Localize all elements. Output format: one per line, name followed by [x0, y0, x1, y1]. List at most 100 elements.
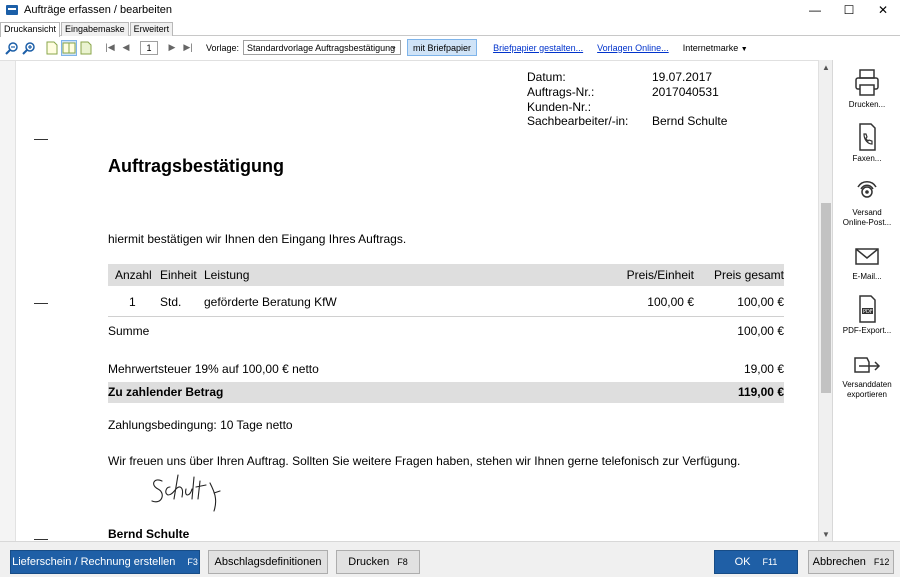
chevron-down-icon: ⌄ — [390, 42, 398, 51]
previous-page-icon[interactable]: ◀ — [121, 40, 131, 56]
fold-mark — [34, 139, 48, 140]
cancel-label: Abbrechen — [812, 556, 866, 568]
total-value: 119,00 € — [737, 385, 784, 399]
cell-unit-price: 100,00 € — [647, 295, 694, 309]
next-page-icon[interactable]: ▶ — [167, 40, 177, 56]
export-data-label-line2: exportieren — [846, 390, 888, 399]
print-button[interactable]: Drucken F8 — [336, 550, 420, 574]
punch-mark — [34, 303, 48, 304]
cancel-button[interactable]: Abbrechen F12 — [808, 550, 894, 574]
column-header-unit-price: Preis/Einheit — [626, 268, 694, 282]
app-icon — [6, 5, 18, 15]
printer-icon — [855, 69, 879, 96]
total-label: Zu zahlender Betrag — [108, 385, 224, 399]
pdf-export-action[interactable]: PDF PDF-Export... — [833, 294, 900, 336]
tab-druckansicht[interactable]: Druckansicht — [0, 22, 61, 37]
last-page-icon[interactable]: ▶| — [183, 40, 193, 56]
zoom-in-icon[interactable] — [21, 40, 37, 56]
document-scrollbar[interactable]: ▲ ▼ — [818, 60, 832, 541]
meta-value: Bernd Schulte — [652, 114, 728, 128]
installments-label: Abschlagsdefinitionen — [214, 556, 322, 568]
meta-value: 2017040531 — [652, 85, 719, 99]
fold-mark — [34, 539, 48, 540]
online-post-icon — [857, 181, 877, 198]
ok-label: OK — [734, 556, 751, 568]
export-data-label-line1: Versanddaten — [842, 380, 892, 389]
online-templates-link[interactable]: Vorlagen Online... — [597, 43, 669, 53]
page-margin-bar — [0, 61, 16, 541]
create-invoice-label: Lieferschein / Rechnung erstellen — [12, 556, 176, 568]
online-post-label-line1: Versand — [852, 208, 882, 217]
cell-service: geförderte Beratung KfW — [204, 295, 337, 309]
email-action[interactable]: E-Mail... — [833, 244, 900, 282]
print-action[interactable]: Drucken... — [833, 68, 900, 110]
sum-label: Summe — [108, 324, 150, 338]
cell-qty: 1 — [129, 295, 136, 309]
meta-label: Kunden-Nr.: — [527, 100, 592, 114]
print-action-label: Drucken... — [848, 100, 886, 109]
ok-shortcut: F11 — [762, 557, 778, 567]
page-width-icon[interactable] — [78, 40, 94, 56]
cancel-shortcut: F12 — [873, 557, 890, 567]
stamp-menu-label: Internetmarke — [682, 42, 739, 53]
stamp-menu[interactable]: Internetmarke ▼ — [683, 43, 748, 53]
toolbar: |◀ ◀ 1 ▶ ▶| Vorlage: Standardvorlage Auf… — [0, 37, 900, 58]
svg-text:PDF: PDF — [863, 309, 873, 315]
window-controls: — ☐ ✕ — [798, 0, 900, 20]
tab-erweitert[interactable]: Erweitert — [129, 22, 174, 36]
template-select[interactable]: Standardvorlage Auftragsbestätigung ⌄ — [243, 40, 402, 55]
pdf-icon: PDF — [859, 295, 876, 323]
column-header-unit: Einheit — [160, 268, 197, 282]
installments-button[interactable]: Abschlagsdefinitionen — [208, 550, 328, 574]
export-data-action[interactable]: Versanddaten exportieren — [833, 352, 900, 400]
two-pages-icon[interactable] — [61, 39, 77, 56]
ok-button[interactable]: OK F11 — [714, 550, 798, 574]
payment-terms: Zahlungsbedingung: 10 Tage netto — [108, 418, 293, 432]
first-page-icon[interactable]: |◀ — [105, 40, 115, 56]
create-invoice-shortcut: F3 — [187, 557, 198, 567]
document-preview[interactable]: Datum: 19.07.2017 Auftrags-Nr.: 20170405… — [0, 60, 818, 541]
column-header-qty: Anzahl — [115, 268, 152, 282]
vat-value: 19,00 € — [743, 362, 784, 376]
template-label: Vorlage: — [206, 42, 240, 53]
online-post-label-line2: Online-Post... — [842, 218, 892, 227]
tab-eingabemaske[interactable]: Eingabemaske — [61, 22, 129, 36]
total-row: Zu zahlender Betrag 119,00 € — [108, 382, 784, 403]
letterhead-toggle[interactable]: mit Briefpapier — [407, 39, 478, 56]
cell-total-price: 100,00 € — [737, 295, 784, 309]
pdf-export-label: PDF-Export... — [842, 326, 892, 335]
fax-action[interactable]: Faxen... — [833, 122, 900, 164]
closing-text: Wir freuen uns über Ihren Auftrag. Sollt… — [108, 454, 741, 468]
minimize-button[interactable]: — — [798, 0, 832, 20]
scroll-down-icon[interactable]: ▼ — [819, 527, 833, 541]
table-header: Anzahl Einheit Leistung Preis/Einheit Pr… — [108, 264, 784, 286]
signature-image — [151, 474, 221, 512]
scroll-thumb[interactable] — [821, 203, 831, 393]
print-label: Drucken — [348, 556, 390, 568]
scroll-up-icon[interactable]: ▲ — [819, 60, 833, 74]
page-number-input[interactable]: 1 — [140, 40, 158, 55]
online-post-action[interactable]: Versand Online-Post... — [833, 176, 900, 228]
divider — [108, 316, 784, 317]
bottom-action-bar: Lieferschein / Rechnung erstellen F3 Abs… — [0, 541, 900, 577]
zoom-out-icon[interactable] — [4, 40, 20, 56]
design-letterhead-link[interactable]: Briefpapier gestalten... — [493, 43, 583, 53]
single-page-icon[interactable] — [44, 40, 60, 56]
meta-label: Datum: — [527, 70, 566, 84]
fax-icon — [859, 123, 876, 151]
window-title: Aufträge erfassen / bearbeiten — [24, 4, 172, 16]
print-shortcut: F8 — [397, 557, 408, 567]
intro-text: hiermit bestätigen wir Ihnen den Eingang… — [108, 232, 407, 246]
tab-bar: Druckansicht Eingabemaske Erweitert — [0, 22, 900, 37]
column-header-total-price: Preis gesamt — [713, 268, 784, 282]
template-select-value: Standardvorlage Auftragsbestätigung — [247, 42, 396, 53]
document-title: Auftragsbestätigung — [108, 156, 285, 176]
close-button[interactable]: ✕ — [866, 0, 900, 20]
cell-unit: Std. — [160, 295, 182, 309]
dropdown-arrow-icon: ▼ — [740, 45, 748, 53]
export-icon — [854, 357, 881, 373]
create-invoice-button[interactable]: Lieferschein / Rechnung erstellen F3 — [10, 550, 200, 574]
signer-name: Bernd Schulte — [108, 527, 190, 541]
maximize-button[interactable]: ☐ — [832, 0, 866, 20]
sum-value: 100,00 € — [737, 324, 784, 338]
